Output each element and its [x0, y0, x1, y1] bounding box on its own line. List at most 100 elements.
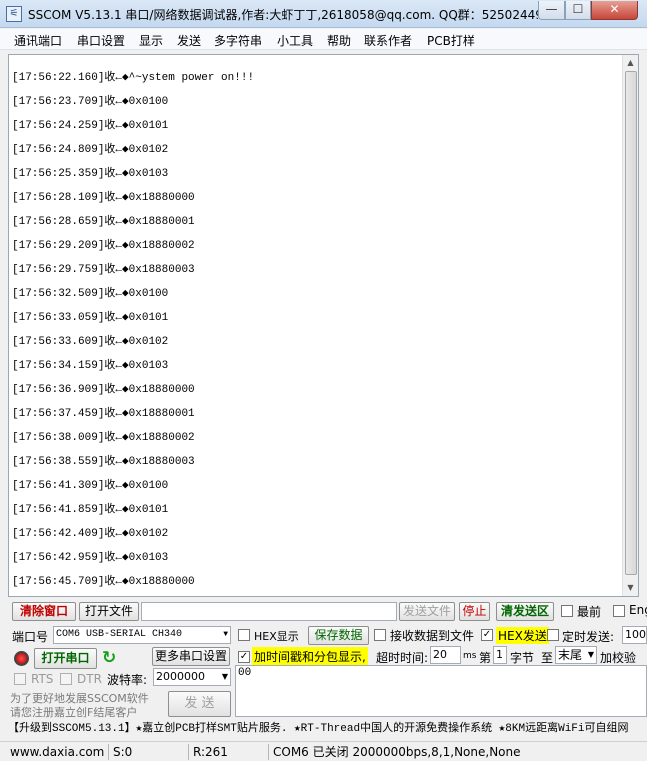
receive-log: [17:56:22.160]收←◆^~ystem power on!!! [17…	[12, 66, 254, 594]
status-received-count: R:261	[193, 745, 228, 759]
refresh-icon[interactable]: ↻	[102, 648, 116, 668]
open-file-button[interactable]: 打开文件	[79, 602, 139, 621]
log-line: [17:56:41.309]收←◆0x0100	[12, 480, 169, 492]
status-divider	[188, 744, 189, 760]
receive-area[interactable]: [17:56:22.160]收←◆^~ystem power on!!! [17…	[8, 54, 639, 597]
timeout-label: 超时时间:	[376, 651, 429, 665]
english-checkbox[interactable]	[613, 605, 625, 617]
menu-item-tools[interactable]: 小工具	[277, 32, 313, 49]
log-line: [17:56:36.909]收←◆0x18880000	[12, 384, 195, 396]
stop-button[interactable]: 停止	[459, 602, 490, 621]
log-line: [17:56:37.459]收←◆0x18880001	[12, 408, 195, 420]
log-line: [17:56:38.009]收←◆0x18880002	[12, 432, 195, 444]
port-status-icon	[14, 651, 29, 666]
log-line: [17:56:38.559]收←◆0x18880003	[12, 456, 195, 468]
timestamp-checkbox[interactable]: ✓	[238, 651, 250, 663]
open-port-button[interactable]: 打开串口	[34, 648, 97, 669]
log-line: [17:56:28.659]收←◆0x18880001	[12, 216, 195, 228]
log-line: [17:56:33.609]收←◆0x0102	[12, 336, 169, 348]
topmost-label: 最前	[577, 605, 602, 619]
menu-item-serial-settings[interactable]: 串口设置	[77, 32, 125, 49]
status-sent-count: S:0	[113, 745, 133, 759]
status-bar: www.daxia.com S:0 R:261 COM6 已关闭 2000000…	[0, 741, 647, 761]
english-label: English	[629, 603, 647, 617]
log-line: [17:56:42.959]收←◆0x0103	[12, 552, 169, 564]
maximize-button[interactable]: ☐	[565, 1, 591, 20]
clear-send-button[interactable]: 清发送区	[496, 602, 554, 621]
rts-checkbox[interactable]	[14, 673, 26, 685]
recv-to-file-label: 接收数据到文件	[390, 629, 475, 643]
chevron-down-icon[interactable]: ▼	[223, 627, 228, 643]
menu-item-multistring[interactable]: 多字符串	[214, 32, 262, 49]
baud-select[interactable]: 2000000 ▼	[153, 668, 231, 686]
log-line: [17:56:29.209]收←◆0x18880002	[12, 240, 195, 252]
tail-value: 末尾	[558, 648, 583, 662]
port-label: 端口号	[12, 630, 49, 644]
log-line: [17:56:34.159]收←◆0x0103	[12, 360, 169, 372]
scroll-down-icon[interactable]: ▼	[623, 580, 638, 596]
send-button[interactable]: 发 送	[168, 691, 231, 717]
timed-send-input[interactable]: 100	[622, 626, 647, 644]
menu-item-contact[interactable]: 联系作者	[364, 32, 412, 49]
status-port-state: COM6 已关闭 2000000bps,8,1,None,None	[273, 745, 521, 759]
file-path-input[interactable]	[141, 602, 397, 621]
close-button[interactable]: ✕	[591, 1, 638, 20]
port-select[interactable]: COM6 USB-SERIAL CH340 ▼	[53, 626, 231, 644]
minimize-button[interactable]: —	[538, 1, 565, 20]
byte-label: 字节	[510, 651, 535, 665]
log-line: [17:56:23.709]收←◆0x0100	[12, 96, 169, 108]
rts-label: RTS	[31, 672, 54, 686]
port-value: COM6 USB-SERIAL CH340	[56, 629, 183, 640]
title-bar: ⚟ SSCOM V5.13.1 串口/网络数据调试器,作者:大虾丁丁,26180…	[0, 0, 647, 28]
status-divider	[268, 744, 269, 760]
hex-send-checkbox[interactable]: ✓	[481, 629, 493, 641]
send-input[interactable]: 00	[235, 665, 647, 717]
app-icon: ⚟	[6, 6, 22, 22]
byte-index-input[interactable]: 1	[493, 646, 507, 664]
save-data-button[interactable]: 保存数据	[308, 626, 369, 645]
baud-label: 波特率:	[107, 673, 148, 687]
timeout-input[interactable]: 20	[430, 646, 461, 664]
recv-to-file-checkbox[interactable]	[374, 629, 386, 641]
timed-send-checkbox[interactable]	[547, 629, 559, 641]
log-line: [17:56:45.709]收←◆0x18880000	[12, 576, 195, 588]
menu-item-display[interactable]: 显示	[139, 32, 163, 49]
clear-window-button[interactable]: 清除窗口	[12, 602, 76, 621]
log-line: [17:56:24.259]收←◆0x0101	[12, 120, 169, 132]
log-line: [17:56:42.409]收←◆0x0102	[12, 528, 169, 540]
menu-item-send[interactable]: 发送	[177, 32, 201, 49]
checksum-label: 加校验	[600, 651, 637, 665]
menu-item-pcb[interactable]: PCB打样	[427, 32, 475, 49]
log-line: [17:56:22.160]收←◆^~ystem power on!!!	[12, 72, 255, 84]
menu-item-port[interactable]: 通讯端口	[14, 32, 62, 49]
dtr-checkbox[interactable]	[60, 673, 72, 685]
topmost-checkbox[interactable]	[561, 605, 573, 617]
scroll-up-icon[interactable]: ▲	[623, 55, 638, 71]
more-settings-button[interactable]: 更多串口设置	[152, 647, 230, 666]
hex-send-label: HEX发送	[496, 627, 549, 644]
log-line: [17:56:28.109]收←◆0x18880000	[12, 192, 195, 204]
send-file-button[interactable]: 发送文件	[399, 602, 455, 621]
baud-value: 2000000	[156, 670, 205, 683]
vertical-scrollbar[interactable]: ▲ ▼	[622, 55, 638, 596]
hex-display-label: HEX显示	[254, 630, 299, 643]
menu-item-help[interactable]: 帮助	[327, 32, 351, 49]
ad-banner[interactable]: 【升级到SSCOM5.13.1】★嘉立创PCB打样SMT贴片服务. ★RT-Th…	[8, 719, 647, 739]
hex-display-checkbox[interactable]	[238, 629, 250, 641]
log-line: [17:56:25.359]收←◆0x0103	[12, 168, 169, 180]
nth-label: 第	[479, 651, 492, 665]
tail-select[interactable]: 末尾 ▼	[555, 646, 597, 664]
scroll-thumb[interactable]	[625, 71, 637, 575]
to-label: 至	[541, 651, 554, 665]
timestamp-label: 加时间戳和分包显示,	[252, 647, 368, 666]
log-line: [17:56:32.509]收←◆0x0100	[12, 288, 169, 300]
log-line: [17:56:29.759]收←◆0x18880003	[12, 264, 195, 276]
chevron-down-icon[interactable]: ▼	[222, 669, 228, 685]
status-divider	[108, 744, 109, 760]
menu-bar: 通讯端口 串口设置 显示 发送 多字符串 小工具 帮助 联系作者 PCB打样	[0, 29, 647, 50]
ms-label: ms	[463, 651, 477, 661]
log-line: [17:56:41.859]收←◆0x0101	[12, 504, 169, 516]
chevron-down-icon[interactable]: ▼	[588, 647, 594, 663]
status-website[interactable]: www.daxia.com	[10, 744, 104, 760]
log-line: [17:56:33.059]收←◆0x0101	[12, 312, 169, 324]
